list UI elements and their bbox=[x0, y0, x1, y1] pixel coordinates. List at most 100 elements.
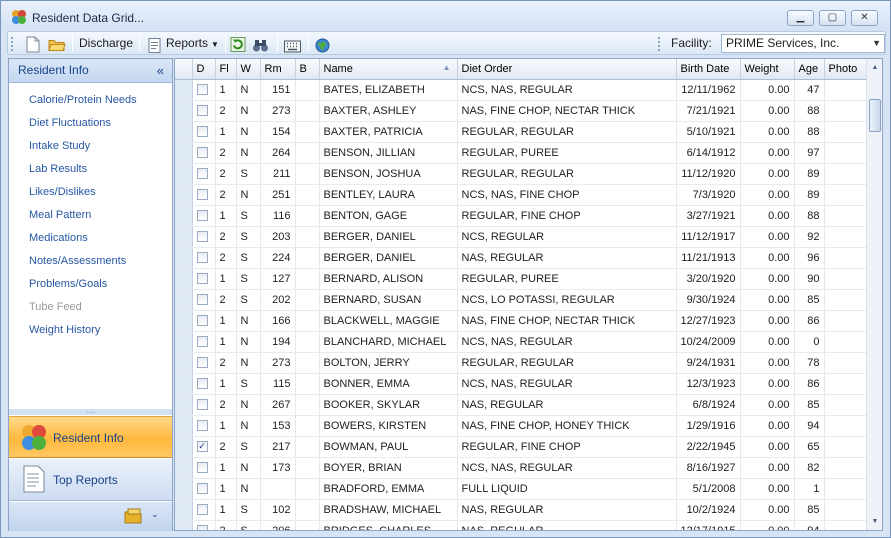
cell-name[interactable]: BLACKWELL, MAGGIE bbox=[319, 310, 458, 332]
table-row[interactable]: 2 S 206 BRIDGES, CHARLES NAS, REGULAR 12/17/1… bbox=[175, 520, 867, 530]
cell-b[interactable] bbox=[295, 205, 320, 227]
cell-w[interactable]: S bbox=[236, 436, 261, 458]
cell-name[interactable]: BERGER, DANIEL bbox=[319, 226, 458, 248]
table-row[interactable]: 1 N 194 BLANCHARD, MICHAEL NCS, NAS, REGULAR… bbox=[175, 331, 867, 353]
cell-age[interactable]: 89 bbox=[794, 163, 825, 185]
reports-dropdown[interactable]: Reports ▼ bbox=[166, 34, 219, 53]
cell-weight[interactable]: 0.00 bbox=[740, 499, 795, 521]
cell-age[interactable]: 1 bbox=[794, 478, 825, 500]
row-selector[interactable] bbox=[175, 478, 193, 500]
row-selector[interactable] bbox=[175, 415, 193, 437]
table-row[interactable]: 1 N 166 BLACKWELL, MAGGIE NAS, FINE CHOP, NE… bbox=[175, 310, 867, 332]
table-row[interactable]: 1 S 116 BENTON, GAGE REGULAR, FINE CHOP 3/27/… bbox=[175, 205, 867, 227]
cell-age[interactable]: 89 bbox=[794, 184, 825, 206]
cell-w[interactable]: S bbox=[236, 205, 261, 227]
cell-diet[interactable]: REGULAR, REGULAR bbox=[457, 352, 677, 374]
cell-b[interactable] bbox=[295, 331, 320, 353]
cell-w[interactable]: N bbox=[236, 100, 261, 122]
cell-age[interactable]: 90 bbox=[794, 268, 825, 290]
cell-weight[interactable]: 0.00 bbox=[740, 394, 795, 416]
cell-birth[interactable]: 10/24/2009 bbox=[676, 331, 741, 353]
cell-age[interactable]: 0 bbox=[794, 331, 825, 353]
table-row[interactable]: 2 S 224 BERGER, DANIEL NAS, REGULAR 11/21/191… bbox=[175, 247, 867, 269]
cell-rm[interactable] bbox=[260, 478, 296, 500]
row-selector[interactable] bbox=[175, 184, 193, 206]
cell-age[interactable]: 94 bbox=[794, 520, 825, 530]
nav-top-reports[interactable]: Top Reports bbox=[9, 459, 172, 501]
table-row[interactable]: 1 S 115 BONNER, EMMA NCS, NAS, REGULAR 12/3/1… bbox=[175, 373, 867, 395]
sidebar-splitter[interactable]: .... bbox=[9, 407, 172, 415]
cell-diet[interactable]: NAS, REGULAR bbox=[457, 247, 677, 269]
cell-w[interactable]: N bbox=[236, 352, 261, 374]
row-selector[interactable] bbox=[175, 352, 193, 374]
cell-fl[interactable]: 1 bbox=[215, 499, 237, 521]
cell-rm[interactable]: 102 bbox=[260, 499, 296, 521]
cell-name[interactable]: BOOKER, SKYLAR bbox=[319, 394, 458, 416]
cell-age[interactable]: 86 bbox=[794, 373, 825, 395]
discharge-checkbox[interactable] bbox=[196, 147, 208, 159]
scroll-up-icon[interactable]: ▲ bbox=[867, 59, 882, 76]
chevron-down-icon[interactable]: ⌄ bbox=[151, 509, 159, 520]
cell-photo[interactable] bbox=[824, 163, 867, 185]
sidebar-item[interactable]: Medications bbox=[9, 227, 172, 250]
collapse-icon[interactable]: « bbox=[157, 59, 164, 82]
cell-b[interactable] bbox=[295, 289, 320, 311]
cell-photo[interactable] bbox=[824, 205, 867, 227]
cell-w[interactable]: S bbox=[236, 226, 261, 248]
row-selector[interactable] bbox=[175, 205, 193, 227]
cell-diet[interactable]: NCS, LO POTASSI, REGULAR bbox=[457, 289, 677, 311]
cell-w[interactable]: N bbox=[236, 457, 261, 479]
discharge-checkbox[interactable] bbox=[196, 273, 208, 285]
cell-rm[interactable]: 151 bbox=[260, 79, 296, 101]
sidebar-item[interactable]: Meal Pattern bbox=[9, 204, 172, 227]
cell-birth[interactable]: 11/21/1913 bbox=[676, 247, 741, 269]
discharge-button[interactable]: Discharge bbox=[79, 34, 133, 53]
cell-weight[interactable]: 0.00 bbox=[740, 226, 795, 248]
cell-rm[interactable]: 224 bbox=[260, 247, 296, 269]
cell-age[interactable]: 96 bbox=[794, 247, 825, 269]
cell-birth[interactable]: 11/12/1920 bbox=[676, 163, 741, 185]
cell-birth[interactable]: 9/24/1931 bbox=[676, 352, 741, 374]
discharge-checkbox[interactable] bbox=[196, 189, 208, 201]
row-selector[interactable] bbox=[175, 310, 193, 332]
cell-diet[interactable]: REGULAR, REGULAR bbox=[457, 163, 677, 185]
row-selector[interactable] bbox=[175, 499, 193, 521]
cell-weight[interactable]: 0.00 bbox=[740, 289, 795, 311]
cell-name[interactable]: BOWERS, KIRSTEN bbox=[319, 415, 458, 437]
cell-rm[interactable]: 273 bbox=[260, 100, 296, 122]
table-row[interactable]: 2 S 202 BERNARD, SUSAN NCS, LO POTASSI, REGU… bbox=[175, 289, 867, 311]
discharge-checkbox[interactable] bbox=[196, 105, 208, 117]
cell-b[interactable] bbox=[295, 268, 320, 290]
cell-b[interactable] bbox=[295, 142, 320, 164]
cell-photo[interactable] bbox=[824, 226, 867, 248]
cell-weight[interactable]: 0.00 bbox=[740, 520, 795, 530]
cell-w[interactable]: S bbox=[236, 247, 261, 269]
globe-icon[interactable] bbox=[315, 36, 330, 55]
cell-diet[interactable]: FULL LIQUID bbox=[457, 478, 677, 500]
cell-name[interactable]: BERNARD, ALISON bbox=[319, 268, 458, 290]
cell-weight[interactable]: 0.00 bbox=[740, 457, 795, 479]
cell-fl[interactable]: 1 bbox=[215, 121, 237, 143]
cell-weight[interactable]: 0.00 bbox=[740, 478, 795, 500]
cell-b[interactable] bbox=[295, 121, 320, 143]
cell-birth[interactable]: 2/22/1945 bbox=[676, 436, 741, 458]
cell-fl[interactable]: 1 bbox=[215, 457, 237, 479]
row-selector[interactable] bbox=[175, 331, 193, 353]
binoculars-icon[interactable] bbox=[252, 36, 269, 55]
cell-name[interactable]: BENTLEY, LAURA bbox=[319, 184, 458, 206]
table-row[interactable]: ✓ 2 S 217 BOWMAN, PAUL REGULAR, FINE CHOP 2/22… bbox=[175, 436, 867, 458]
cell-w[interactable]: S bbox=[236, 520, 261, 530]
cell-fl[interactable]: 1 bbox=[215, 205, 237, 227]
cell-b[interactable] bbox=[295, 79, 320, 101]
cell-birth[interactable]: 12/3/1923 bbox=[676, 373, 741, 395]
cell-w[interactable]: N bbox=[236, 79, 261, 101]
cell-age[interactable]: 88 bbox=[794, 100, 825, 122]
sidebar-item[interactable]: Intake Study bbox=[9, 135, 172, 158]
cell-fl[interactable]: 1 bbox=[215, 478, 237, 500]
cell-w[interactable]: S bbox=[236, 499, 261, 521]
cell-name[interactable]: BONNER, EMMA bbox=[319, 373, 458, 395]
table-row[interactable]: 1 N BRADFORD, EMMA FULL LIQUID 5/1/2008 0.00 1 bbox=[175, 478, 867, 500]
column-header-photo[interactable]: Photo bbox=[824, 59, 867, 80]
close-button[interactable]: ✕ bbox=[851, 10, 878, 26]
cell-rm[interactable]: 166 bbox=[260, 310, 296, 332]
